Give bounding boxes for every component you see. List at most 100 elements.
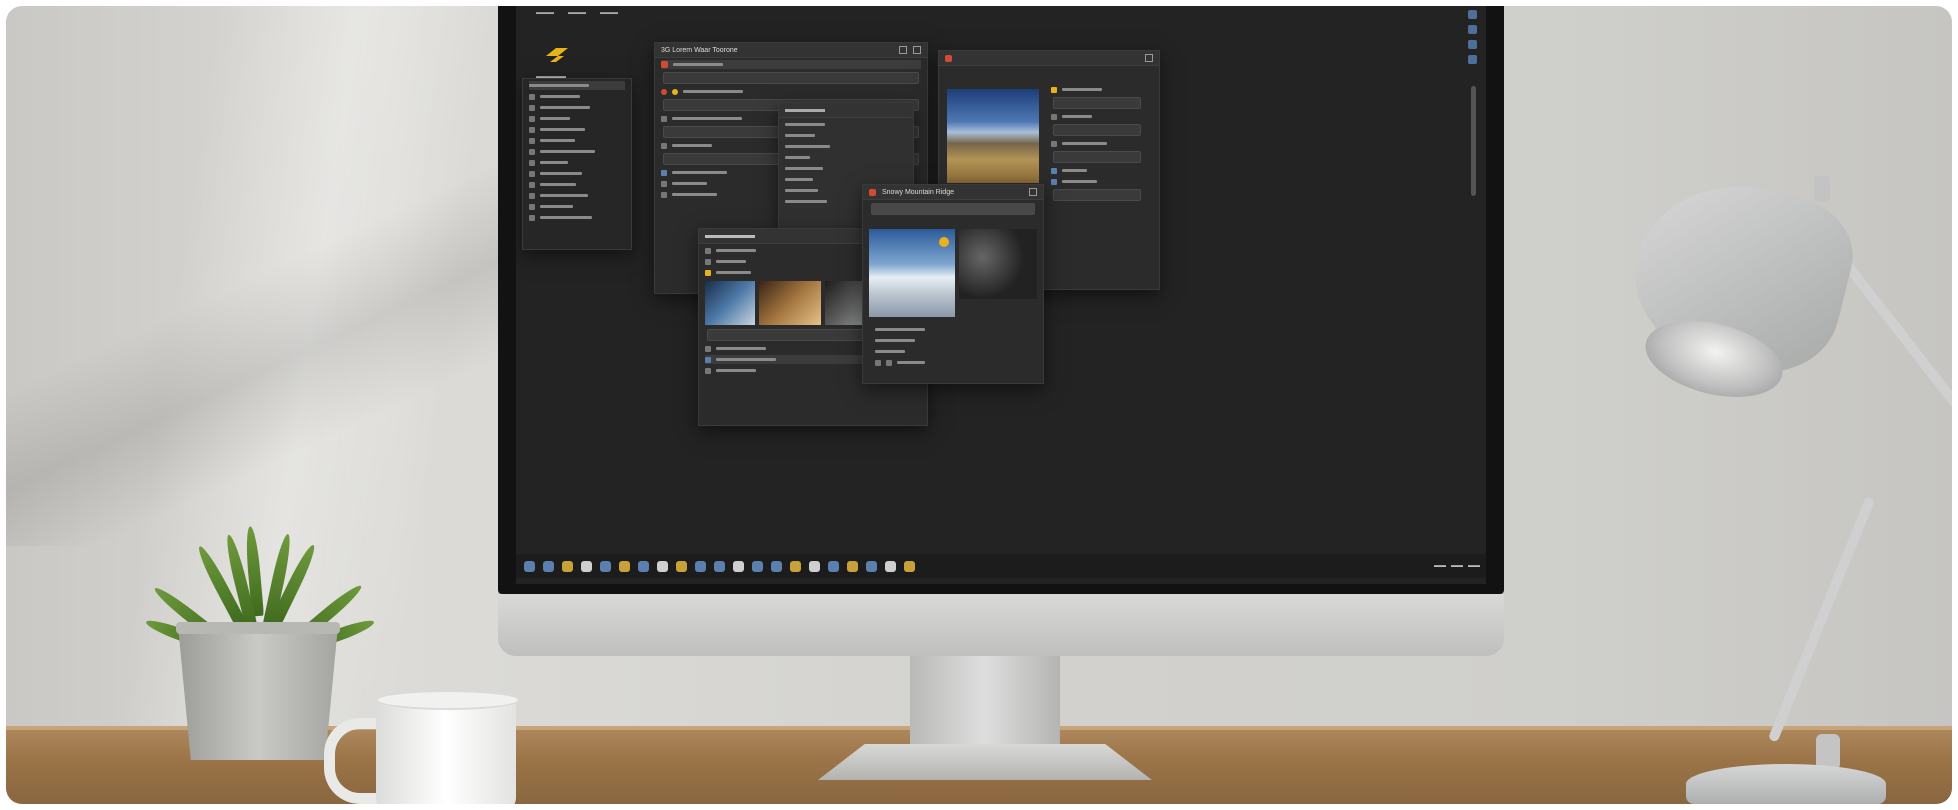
plant-pot bbox=[178, 626, 338, 760]
lamp-base bbox=[1686, 764, 1886, 804]
app-icon[interactable] bbox=[847, 560, 858, 572]
dropdown-field[interactable] bbox=[1053, 124, 1141, 136]
coffee-mug bbox=[376, 696, 516, 804]
app-icon[interactable] bbox=[1468, 10, 1477, 19]
sidebar-item[interactable] bbox=[529, 169, 625, 178]
menu-item[interactable]: ▬▬▬ bbox=[568, 10, 586, 16]
minimize-icon[interactable] bbox=[899, 46, 907, 54]
app-icon[interactable] bbox=[866, 560, 877, 572]
sidebar-item[interactable] bbox=[529, 180, 625, 189]
wall-shadow bbox=[6, 126, 526, 546]
info-row bbox=[1051, 139, 1143, 148]
viewer-title: Snowy Mountain Ridge bbox=[882, 188, 954, 196]
app-icon[interactable] bbox=[1468, 40, 1477, 49]
dropdown-field[interactable] bbox=[1053, 189, 1141, 201]
sidebar-item[interactable] bbox=[529, 92, 625, 101]
app-icon[interactable] bbox=[657, 560, 668, 572]
tray-item[interactable]: ▬▬ bbox=[1434, 563, 1446, 569]
info-row bbox=[1051, 177, 1143, 186]
plant-pot-rim bbox=[176, 622, 340, 634]
window-title: 3G Lorem Waar Toorone bbox=[661, 46, 738, 54]
gallery-thumbnail[interactable] bbox=[759, 281, 821, 325]
viewer-info-row bbox=[875, 325, 1031, 334]
toolbar-row bbox=[661, 60, 921, 69]
monitor-stand-base bbox=[818, 744, 1152, 780]
tray-item[interactable]: ▬▬ bbox=[1451, 563, 1463, 569]
monitor-screen: ▬▬▬ ▬▬▬ ▬▬▬ ▬▬▬▬▬ 3G Lorem Waar Toorone … bbox=[516, 6, 1486, 584]
app-icon[interactable] bbox=[733, 560, 744, 572]
browser-icon[interactable] bbox=[562, 560, 573, 572]
desktop-monitor: ▬▬▬ ▬▬▬ ▬▬▬ ▬▬▬▬▬ 3G Lorem Waar Toorone … bbox=[498, 6, 1504, 656]
info-row bbox=[1051, 166, 1143, 175]
sidebar-panel bbox=[522, 78, 632, 250]
scrollbar[interactable] bbox=[1471, 86, 1476, 196]
setting-row[interactable] bbox=[785, 164, 907, 173]
viewer-info-row bbox=[875, 336, 1031, 345]
sidebar-item[interactable] bbox=[529, 158, 625, 167]
sidebar-header bbox=[529, 81, 625, 90]
sidebar-item[interactable] bbox=[529, 202, 625, 211]
menu-item[interactable]: ▬▬▬ bbox=[536, 10, 554, 16]
sun-marker bbox=[939, 237, 949, 247]
app-icon[interactable] bbox=[1468, 55, 1477, 64]
settings-titlebar bbox=[779, 103, 913, 118]
close-icon[interactable] bbox=[1029, 188, 1037, 196]
photo-frame: ▬▬▬ ▬▬▬ ▬▬▬ ▬▬▬▬▬ 3G Lorem Waar Toorone … bbox=[6, 6, 1952, 804]
sidebar-item[interactable] bbox=[529, 103, 625, 112]
info-row bbox=[1051, 85, 1143, 94]
app-icon[interactable] bbox=[828, 560, 839, 572]
sidebar-item[interactable] bbox=[529, 191, 625, 200]
mail-icon[interactable] bbox=[581, 560, 592, 572]
close-icon[interactable] bbox=[913, 46, 921, 54]
star-map-thumbnail[interactable] bbox=[959, 229, 1037, 299]
dropdown-field[interactable] bbox=[1053, 97, 1141, 109]
image-viewer-window: Snowy Mountain Ridge bbox=[862, 184, 1044, 384]
sidebar-item[interactable] bbox=[529, 125, 625, 134]
screen-top-menu: ▬▬▬ ▬▬▬ ▬▬▬ bbox=[536, 10, 618, 16]
folder-icon[interactable] bbox=[543, 560, 554, 572]
menu-item[interactable]: ▬▬▬ bbox=[600, 10, 618, 16]
app-icon[interactable] bbox=[771, 560, 782, 572]
monitor-stand-neck bbox=[910, 656, 1060, 746]
setting-row[interactable] bbox=[785, 153, 907, 162]
app-icon[interactable] bbox=[695, 560, 706, 572]
close-icon[interactable] bbox=[1145, 54, 1153, 62]
setting-row[interactable] bbox=[785, 175, 907, 184]
list-item[interactable] bbox=[661, 87, 921, 96]
setting-row[interactable] bbox=[785, 120, 907, 129]
tray-item[interactable]: ▬▬ bbox=[1468, 563, 1480, 569]
mountain-photo[interactable] bbox=[947, 89, 1039, 183]
dropdown-field[interactable] bbox=[1053, 151, 1141, 163]
search-input[interactable] bbox=[663, 72, 919, 84]
app-icon[interactable] bbox=[1468, 25, 1477, 34]
windows-icon[interactable] bbox=[524, 560, 535, 572]
app-icon[interactable] bbox=[752, 560, 763, 572]
viewer-controls[interactable] bbox=[875, 358, 1031, 367]
app-icon[interactable] bbox=[904, 560, 915, 572]
right-icon-strip bbox=[1468, 10, 1478, 64]
settings-icon[interactable] bbox=[619, 560, 630, 572]
gallery-thumbnail[interactable] bbox=[705, 281, 755, 325]
app-icon[interactable] bbox=[790, 560, 801, 572]
app-icon[interactable] bbox=[714, 560, 725, 572]
setting-row[interactable] bbox=[785, 142, 907, 151]
app-icon[interactable] bbox=[676, 560, 687, 572]
viewer-toolbar[interactable] bbox=[871, 203, 1035, 215]
monitor-bezel: ▬▬▬ ▬▬▬ ▬▬▬ ▬▬▬▬▬ 3G Lorem Waar Toorone … bbox=[498, 6, 1504, 594]
sidebar-item[interactable] bbox=[529, 213, 625, 222]
viewer-info-row bbox=[875, 347, 1031, 356]
main-window-titlebar: 3G Lorem Waar Toorone bbox=[655, 43, 927, 58]
monitor-chin bbox=[498, 594, 1504, 656]
taskbar: ▬▬ ▬▬ ▬▬ bbox=[516, 554, 1486, 578]
mug-rim bbox=[376, 690, 520, 710]
sidebar-item[interactable] bbox=[529, 114, 625, 123]
store-icon[interactable] bbox=[600, 560, 611, 572]
sidebar-item[interactable] bbox=[529, 136, 625, 145]
app-icon[interactable] bbox=[885, 560, 896, 572]
setting-row[interactable] bbox=[785, 131, 907, 140]
lamp-cap bbox=[1814, 176, 1830, 202]
app-icon[interactable] bbox=[809, 560, 820, 572]
app-icon[interactable] bbox=[638, 560, 649, 572]
lamp-lower-arm bbox=[1767, 496, 1876, 743]
sidebar-item[interactable] bbox=[529, 147, 625, 156]
